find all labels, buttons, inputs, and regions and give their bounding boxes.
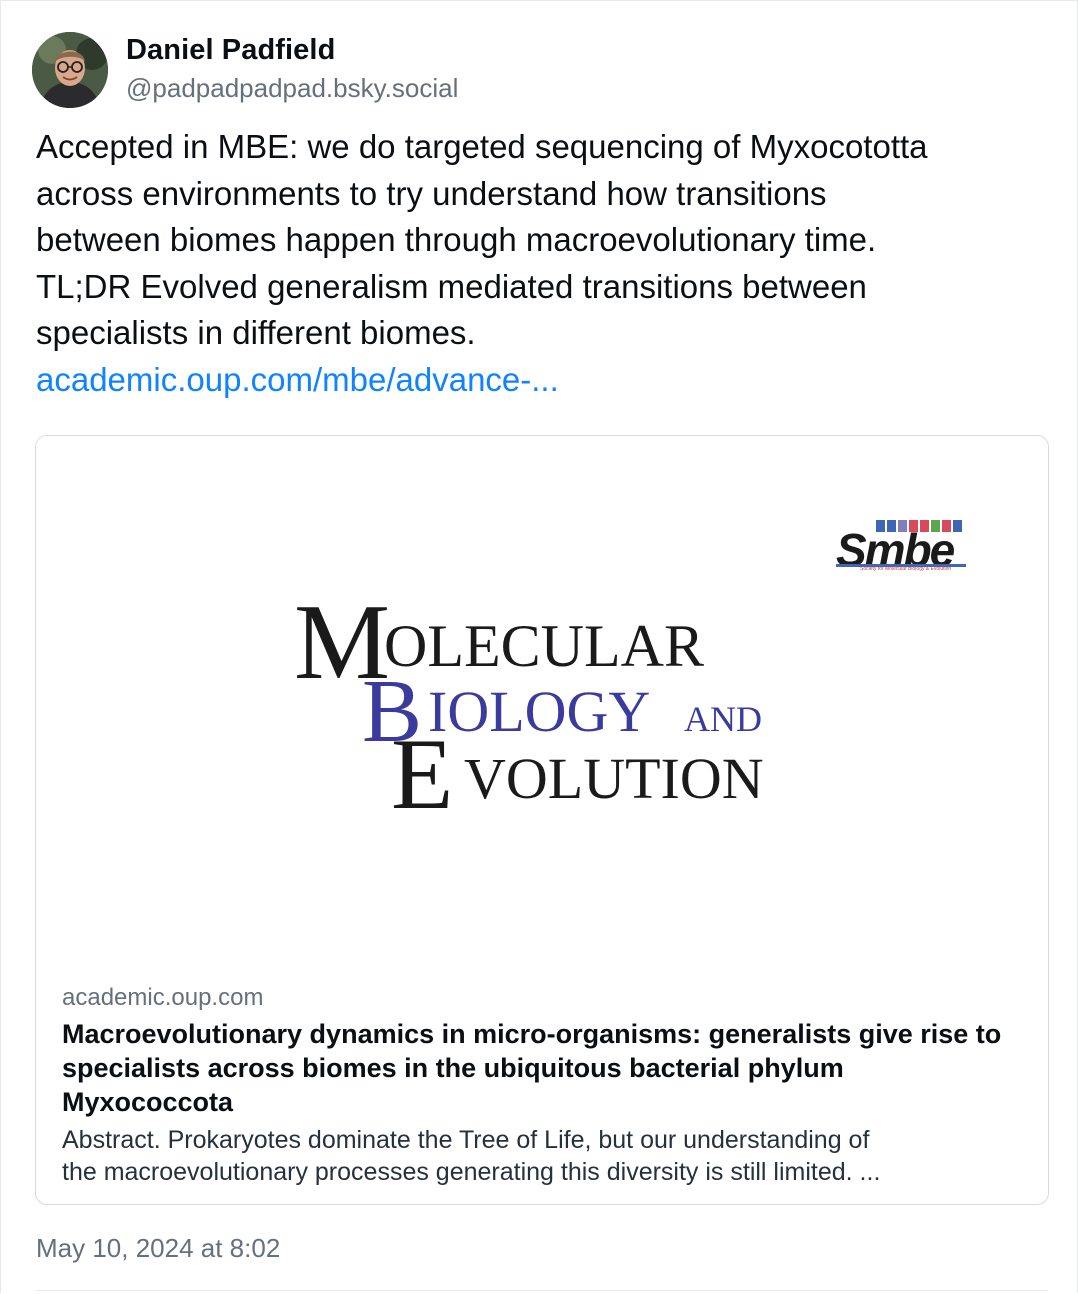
link-preview-card[interactable]: Smbe Society for Molecular Biology & Evo… — [35, 435, 1049, 1205]
logo-word-iology: IOLOGY — [428, 679, 650, 744]
logo-word-volution: VOLUTION — [464, 746, 764, 811]
avatar[interactable] — [32, 32, 108, 108]
smbe-logo: Smbe Society for Molecular Biology & Evo… — [836, 520, 966, 576]
avatar-photo — [32, 32, 108, 108]
card-thumbnail: Smbe Society for Molecular Biology & Evo… — [36, 436, 1048, 976]
post-link[interactable]: academic.oup.com/mbe/advance-... — [36, 357, 1046, 404]
post-text-line: between biomes happen through macroevolu… — [36, 221, 877, 258]
author-name[interactable]: Daniel Padfield — [126, 34, 335, 67]
card-description: Abstract. Prokaryotes dominate the Tree … — [62, 1124, 1022, 1188]
logo-word-olecular: OLECULAR — [384, 613, 704, 679]
post-text-line: across environments to try understand ho… — [36, 174, 827, 212]
logo-initial-e: E — [391, 718, 453, 831]
author-handle[interactable]: @padpadpadpad.bsky.social — [126, 73, 458, 104]
post-text-line: TL;DR Evolved generalism mediated transi… — [36, 267, 867, 305]
post-text-line: specialists in different biomes. — [36, 314, 476, 351]
divider — [36, 1290, 1048, 1291]
journal-logo: Smbe Society for Molecular Biology & Evo… — [294, 520, 966, 831]
card-description-line: the macroevolutionary processes generati… — [62, 1158, 881, 1186]
smbe-subtext: Society for Molecular Biology & Evolutio… — [860, 566, 951, 572]
post-timestamp[interactable]: May 10, 2024 at 8:02 — [36, 1233, 280, 1264]
post-text-line: Accepted in MBE: we do targeted sequenci… — [36, 128, 928, 165]
post-text: Accepted in MBE: we do targeted sequenci… — [36, 124, 1046, 403]
card-domain: academic.oup.com — [62, 984, 264, 1011]
card-title: Macroevolutionary dynamics in micro-orga… — [62, 1019, 1002, 1117]
card-description-line: Abstract. Prokaryotes dominate the Tree … — [62, 1126, 870, 1154]
logo-word-and: AND — [684, 699, 762, 739]
